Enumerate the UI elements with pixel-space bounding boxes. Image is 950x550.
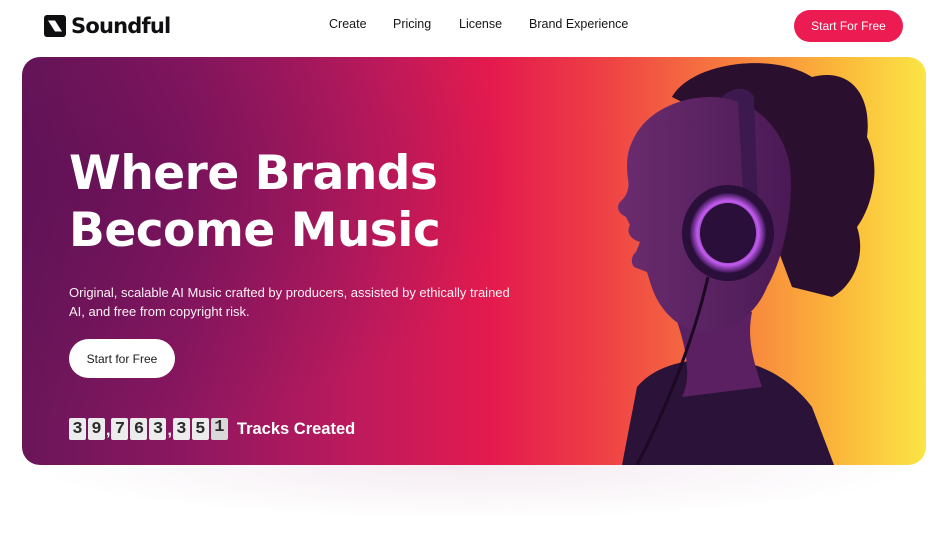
counter-digit: 1 — [210, 418, 228, 440]
counter-digit: 9 — [88, 418, 105, 440]
hero-headline-line-1: Where Brands — [69, 146, 438, 201]
hero-subtext: Original, scalable AI Music crafted by p… — [69, 285, 510, 319]
tracks-created-label: Tracks Created — [236, 420, 356, 438]
counter-digit: 7 — [111, 418, 129, 440]
hero-headline: Where Brands Become Music — [69, 145, 441, 259]
counter-separator: , — [167, 422, 172, 439]
counter-digit: 6 — [130, 418, 148, 440]
hero-headline-line-2: Become Music — [69, 203, 441, 258]
nav-link-brand-experience[interactable]: Brand Experience — [529, 17, 628, 31]
woman-with-headphones-image — [618, 63, 875, 465]
page: Soundful Create Pricing License Brand Ex… — [0, 0, 950, 550]
counter-separator: , — [106, 422, 111, 439]
top-navbar: Soundful Create Pricing License Brand Ex… — [0, 0, 950, 52]
counter-digit: 5 — [191, 418, 209, 440]
tracks-counter: 3 9 , 7 6 3 , 3 5 1 Tracks Created — [69, 418, 355, 440]
nav-link-create[interactable]: Create — [329, 17, 367, 31]
counter-digit: 3 — [149, 418, 167, 440]
nav-link-pricing[interactable]: Pricing — [393, 17, 431, 31]
hero-banner: Where Brands Become Music Original, scal… — [22, 57, 926, 465]
start-for-free-hero-button[interactable]: Start for Free — [69, 339, 175, 378]
start-for-free-nav-button[interactable]: Start For Free — [794, 10, 903, 42]
counter-digit: 3 — [69, 418, 86, 440]
counter-digit: 3 — [172, 418, 190, 440]
nav-link-license[interactable]: License — [459, 17, 502, 31]
